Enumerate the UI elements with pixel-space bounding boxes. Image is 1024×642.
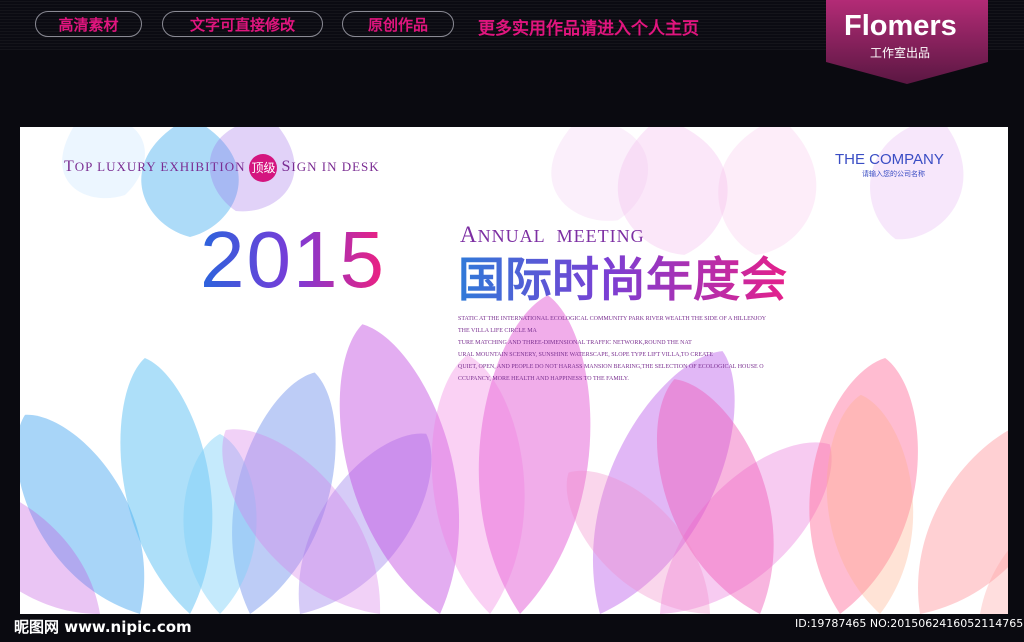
tag-original-work: 原创作品 xyxy=(342,11,454,37)
company-name: THE COMPANY xyxy=(835,151,944,168)
annual-meeting-heading: ANNUAL MEETING xyxy=(460,222,645,247)
tag-hd-material: 高清素材 xyxy=(35,11,142,37)
tag-editable-text: 文字可直接修改 xyxy=(162,11,323,37)
watermark: 昵图网 www.nipic.com xyxy=(14,618,192,636)
brand-name: Flomers xyxy=(844,10,957,42)
petal-shape xyxy=(718,127,817,255)
chinese-title: 国际时尚年度会 xyxy=(458,253,787,308)
year-title: 2015 xyxy=(200,215,386,304)
image-id: ID:19787465 NO:20150624160521147655 xyxy=(795,617,1024,630)
petal-shape xyxy=(870,127,964,240)
brand-subtitle: 工作室出品 xyxy=(870,46,931,60)
company-name-hint: 请输入您的公司名称 xyxy=(862,170,925,178)
top-level-badge: 顶级 xyxy=(249,154,278,182)
poster-tagline: TOP LUXURY EXHIBITION 顶级 SIGN IN DESK xyxy=(64,154,380,182)
poster: TOP LUXURY EXHIBITION 顶级 SIGN IN DESK THE … xyxy=(20,127,1008,614)
promo-link[interactable]: 更多实用作品请进入个人主页 xyxy=(478,14,699,39)
description-text: STATIC AT THE INTERNATIONAL ECOLOGICAL C… xyxy=(458,316,767,382)
